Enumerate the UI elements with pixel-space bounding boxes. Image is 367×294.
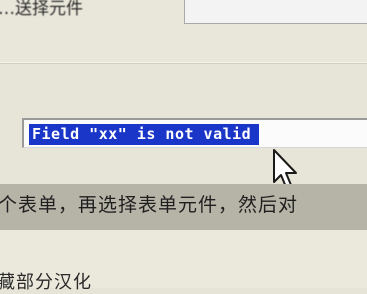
- validation-message-input[interactable]: Field "xx" is not valid: [22, 118, 367, 148]
- subtitle-text: 个表单，再选择表单元件，然后对: [0, 194, 299, 216]
- top-field-label: …送择元件: [0, 0, 83, 19]
- selected-text[interactable]: Field "xx" is not valid: [29, 124, 260, 145]
- top-input-field[interactable]: [184, 0, 367, 24]
- bottom-text: 藏部分汉化: [0, 272, 92, 293]
